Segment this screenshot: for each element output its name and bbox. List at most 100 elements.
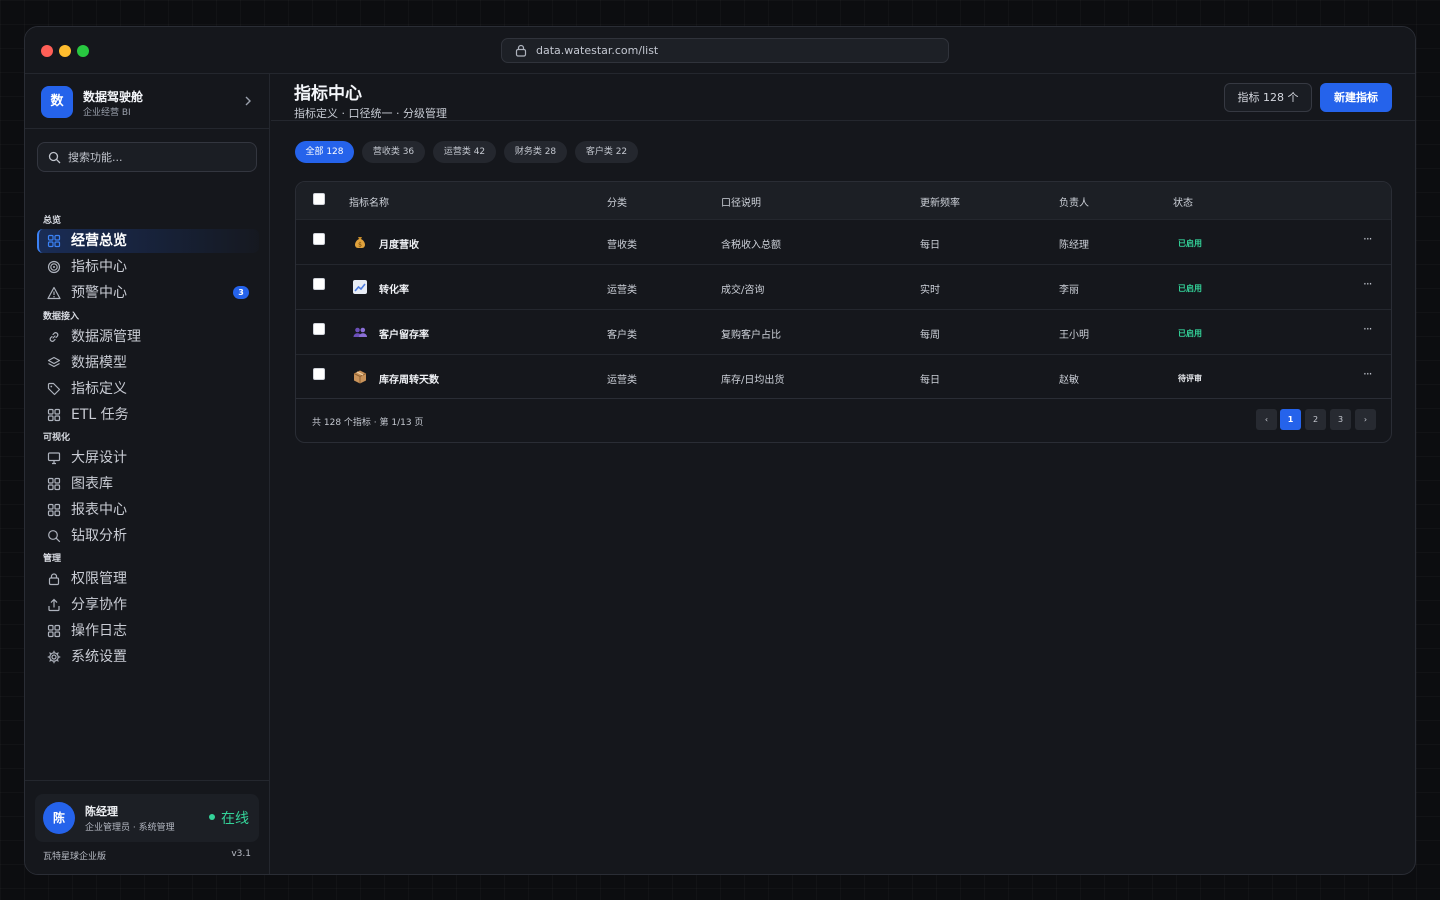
column-header-status[interactable]: 状态 (1173, 194, 1193, 209)
metric-owner: 赵敏 (1059, 375, 1079, 386)
user-card[interactable]: 陈 陈经理 企业管理员 · 系统管理 在线 (35, 794, 259, 842)
column-header-owner[interactable]: 负责人 (1059, 194, 1089, 209)
sidebar-item-label: 报表中心 (71, 502, 127, 518)
status-badge: 在线 (209, 808, 249, 828)
online-dot-icon (209, 814, 215, 820)
filter-chip[interactable]: 全部 128 (295, 141, 354, 163)
metric-frequency: 每日 (920, 375, 940, 386)
sidebar-item-label: 分享协作 (71, 597, 127, 613)
table-header: 指标名称 分类 口径说明 更新频率 负责人 状态 (296, 182, 1391, 219)
metric-definition: 复购客户占比 (721, 330, 781, 341)
version-label: v3.1 (231, 849, 251, 859)
sidebar-nav-item[interactable]: 分享协作 (37, 593, 259, 617)
sidebar-nav-item[interactable]: 操作日志 (37, 619, 259, 643)
alert-icon (47, 286, 61, 300)
column-header-name[interactable]: 指标名称 (349, 194, 389, 209)
sidebar-nav-item[interactable]: 大屏设计 (37, 446, 259, 470)
sidebar-item-label: 预警中心 (71, 285, 127, 301)
sidebar-nav-item[interactable]: 数据源管理 (37, 325, 259, 349)
filter-chip[interactable]: 客户类 22 (575, 141, 638, 163)
column-header-category[interactable]: 分类 (607, 194, 627, 209)
nav-section-title: 总览 (43, 216, 62, 226)
metric-definition: 库存/日均出货 (721, 375, 785, 386)
brand-subtitle: 企业经营 BI (83, 108, 131, 118)
page-title: 指标中心 (294, 84, 362, 104)
filter-chip[interactable]: 运营类 42 (433, 141, 496, 163)
more-actions-icon[interactable]: ··· (1363, 367, 1373, 381)
sidebar-item-label: 操作日志 (71, 623, 127, 639)
sidebar-nav-item[interactable]: ETL 任务 (37, 403, 259, 427)
more-actions-icon[interactable]: ··· (1363, 232, 1373, 246)
link-icon (49, 332, 59, 342)
new-metric-button[interactable]: 新建指标 (1320, 83, 1392, 112)
address-bar[interactable]: data.watestar.com/list (501, 38, 949, 63)
sidebar-nav-item[interactable]: 权限管理 (37, 567, 259, 591)
row-checkbox[interactable] (313, 368, 325, 380)
close-window-button[interactable] (41, 45, 53, 57)
minimize-window-button[interactable] (59, 45, 71, 57)
row-checkbox[interactable] (313, 278, 325, 290)
sidebar-nav-item[interactable]: 图表库 (37, 472, 259, 496)
column-header-definition[interactable]: 口径说明 (721, 194, 761, 209)
row-checkbox[interactable] (313, 233, 325, 245)
status-badge: 已启用 (1178, 329, 1202, 338)
grid-icon (47, 408, 61, 422)
nav-section-title: 数据接入 (43, 312, 80, 322)
metric-category: 营收类 (607, 240, 637, 251)
sidebar-item-label: ETL 任务 (71, 407, 129, 423)
status-badge: 已启用 (1178, 284, 1202, 293)
metric-frequency: 实时 (920, 285, 940, 296)
metrics-table: 指标名称 分类 口径说明 更新频率 负责人 状态 $ 月度营收 营收类 含税收入总额每… (295, 181, 1392, 443)
search-icon (48, 151, 61, 164)
metric-definition: 含税收入总额 (721, 240, 781, 251)
next-page-button[interactable]: › (1355, 409, 1376, 430)
table-row[interactable]: 转化率 运营类 成交/咨询 实时 李丽 已启用 ··· (296, 264, 1391, 309)
sidebar-item-label: 系统设置 (71, 649, 127, 665)
sidebar-nav-item[interactable]: 报表中心 (37, 498, 259, 522)
status-text: 在线 (221, 811, 249, 827)
metric-definition: 成交/咨询 (721, 285, 765, 296)
table-row[interactable]: $ 月度营收 营收类 含税收入总额 每日 陈经理 已启用 ··· (296, 219, 1391, 264)
filter-chip[interactable]: 营收类 36 (362, 141, 425, 163)
sidebar-nav-item[interactable]: 钻取分析 (37, 524, 259, 548)
metric-name: 客户留存率 (379, 330, 429, 341)
sidebar-item-label: 数据源管理 (71, 329, 141, 345)
search-input[interactable] (68, 147, 248, 167)
notification-badge: 3 (233, 286, 249, 299)
lock-icon (48, 573, 60, 586)
sidebar-item-label: 钻取分析 (71, 528, 127, 544)
sidebar-nav-item[interactable]: 指标中心 (37, 255, 259, 279)
brand-switcher[interactable]: 数 数据驾驶舱 企业经营 BI (41, 86, 255, 118)
maximize-window-button[interactable] (77, 45, 89, 57)
sidebar-nav-item[interactable]: 数据模型 (37, 351, 259, 375)
sidebar-item-label: 指标中心 (71, 259, 127, 275)
filter-chip[interactable]: 财务类 28 (504, 141, 567, 163)
sidebar: 数 数据驾驶舱 企业经营 BI 总览经营总览指标中心预警中心 3 数据接入数据源管理… (25, 74, 270, 874)
sidebar-nav-item[interactable]: 系统设置 (37, 645, 259, 669)
page-button[interactable]: 3 (1330, 409, 1351, 430)
sidebar-nav-item[interactable]: 指标定义 (37, 377, 259, 401)
page-button[interactable]: 1 (1280, 409, 1301, 430)
user-role: 企业管理员 · 系统管理 (85, 823, 175, 833)
target-icon (47, 260, 61, 274)
sidebar-nav-item[interactable]: 经营总览 (37, 229, 259, 253)
more-actions-icon[interactable]: ··· (1363, 322, 1373, 336)
select-all-checkbox[interactable] (313, 193, 325, 205)
table-row[interactable]: 客户留存率 客户类 复购客户占比 每周 王小明 已启用 ··· (296, 309, 1391, 354)
prev-page-button[interactable]: ‹ (1256, 409, 1277, 430)
grid-icon (47, 503, 61, 517)
grid-icon (47, 477, 61, 491)
sidebar-nav-item[interactable]: 预警中心 3 (37, 281, 259, 305)
sidebar-item-label: 图表库 (71, 476, 113, 492)
column-header-frequency[interactable]: 更新频率 (920, 194, 960, 209)
more-actions-icon[interactable]: ··· (1363, 277, 1373, 291)
divider (25, 780, 269, 781)
page-button[interactable]: 2 (1305, 409, 1326, 430)
table-row[interactable]: 库存周转天数 运营类 库存/日均出货 每日 赵敏 待评审 ··· (296, 354, 1391, 399)
metric-owner: 陈经理 (1059, 240, 1089, 251)
metric-count-button[interactable]: 指标 128 个 (1224, 83, 1312, 112)
edition-label: 瓦特星球企业版 (43, 852, 107, 862)
svg-text:$: $ (358, 242, 362, 249)
row-checkbox[interactable] (313, 323, 325, 335)
title-bar: data.watestar.com/list (25, 27, 1415, 74)
